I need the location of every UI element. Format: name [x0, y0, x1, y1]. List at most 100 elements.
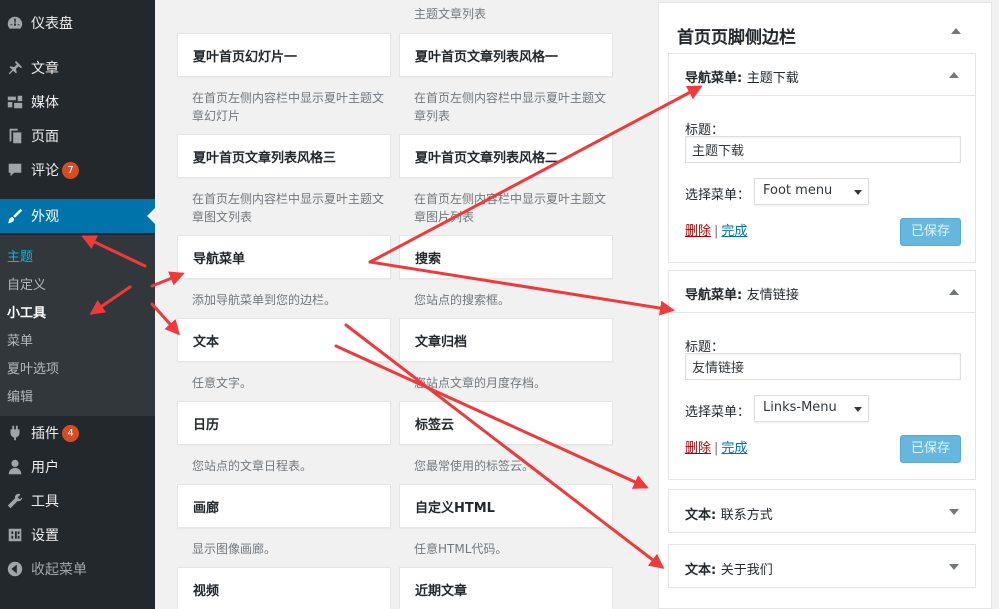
- collapse-arrow-icon[interactable]: [951, 28, 961, 34]
- widget-custom-html[interactable]: 自定义HTML: [399, 484, 613, 528]
- sidebar-item-label: 用户: [31, 460, 59, 476]
- sidebar-item-comments[interactable]: 评论 7: [0, 153, 155, 187]
- widget-description: 您站点的文章日程表。: [192, 459, 313, 473]
- widget-description: 在首页左侧内容栏中显示夏叶主题文章列表: [414, 91, 607, 123]
- widget-actions: 删除 | 完成: [685, 441, 748, 456]
- widget-actions: 删除 | 完成: [685, 224, 748, 239]
- widget-gallery[interactable]: 画廊: [177, 484, 391, 528]
- widget-description: 显示图像画廊。: [192, 542, 277, 556]
- widget-xiaye-post-list-three[interactable]: 夏叶首页文章列表风格三: [177, 134, 391, 178]
- delete-link[interactable]: 删除: [685, 224, 711, 239]
- submenu-item-xiaye-options[interactable]: 夏叶选项: [7, 358, 59, 377]
- widget-header-title: 导航菜单: 主题下载: [685, 71, 799, 86]
- sidebar-item-pages[interactable]: 页面: [0, 119, 155, 153]
- submenu-item-menus[interactable]: 菜单: [7, 330, 33, 349]
- menu-select[interactable]: Foot menu: [754, 178, 869, 205]
- collapse-menu-button[interactable]: 收起菜单: [0, 552, 155, 586]
- settings-icon: [5, 525, 25, 545]
- widget-description: 在首页左侧内容栏中显示夏叶主题文章幻灯片: [192, 91, 385, 123]
- delete-link[interactable]: 删除: [685, 441, 711, 456]
- sidebar-item-label: 评论: [31, 163, 59, 179]
- sidebar-item-label: 外观: [31, 209, 59, 225]
- widget-description: 您最常使用的标签云。: [414, 459, 535, 473]
- widget-recent-posts[interactable]: 近期文章: [399, 567, 613, 609]
- chevron-down-icon: [854, 407, 862, 412]
- widget-header-title: 文本: 关于我们: [685, 563, 773, 578]
- submenu-item-themes[interactable]: 主题: [7, 246, 33, 265]
- save-button[interactable]: 已保存: [900, 435, 961, 463]
- widget-tag-cloud[interactable]: 标签云: [399, 401, 613, 445]
- widget-video[interactable]: 视频: [177, 567, 391, 609]
- expand-arrow-icon[interactable]: [949, 509, 959, 515]
- collapse-icon: [5, 559, 25, 579]
- widget-header[interactable]: 导航菜单: 友情链接: [669, 271, 975, 313]
- dashboard-icon: [5, 13, 25, 33]
- nav-menu-widget-downloads: 导航菜单: 主题下载 标题： 选择菜单： Foot menu 删除|完成 已保存: [668, 53, 976, 263]
- comment-count-badge: 7: [62, 161, 79, 179]
- sidebar-item-plugins[interactable]: 插件 4: [0, 416, 155, 450]
- widget-description: 您站点的搜索框。: [414, 293, 511, 307]
- save-button[interactable]: 已保存: [900, 218, 961, 246]
- collapse-arrow-icon[interactable]: [949, 72, 959, 78]
- footer-sidebar-area: 首页页脚侧边栏 导航菜单: 主题下载 标题： 选择菜单： Foot menu 删…: [658, 2, 992, 609]
- brush-icon: [5, 206, 25, 226]
- available-widgets: 主题文章列表 夏叶首页幻灯片一 夏叶首页文章列表风格一 在首页左侧内容栏中显示夏…: [155, 0, 635, 609]
- widget-header-title: 导航菜单: 友情链接: [685, 288, 799, 303]
- done-link[interactable]: 完成: [721, 224, 747, 239]
- widget-search[interactable]: 搜索: [399, 235, 613, 279]
- user-icon: [5, 457, 25, 477]
- submenu-item-widgets[interactable]: 小工具: [7, 302, 46, 321]
- widget-description: 在首页左侧内容栏中显示夏叶主题文章图片列表: [414, 192, 607, 224]
- sidebar-item-label: 收起菜单: [31, 562, 87, 578]
- widget-header-title: 文本: 联系方式: [685, 508, 773, 523]
- sidebar-area-title[interactable]: 首页页脚侧边栏: [677, 23, 796, 48]
- pin-icon: [5, 58, 25, 78]
- sidebar-item-label: 仪表盘: [31, 16, 73, 32]
- widget-description: 您站点文章的月度存档。: [414, 376, 547, 390]
- widget-xiaye-slider-one[interactable]: 夏叶首页幻灯片一: [177, 33, 391, 77]
- submenu-item-editor[interactable]: 编辑: [7, 386, 33, 405]
- text-widget-contact[interactable]: 文本: 联系方式: [668, 489, 976, 533]
- select-menu-label: 选择菜单：: [685, 188, 751, 203]
- page-icon: [5, 126, 25, 146]
- sidebar-item-label: 插件: [31, 426, 59, 442]
- widget-nav-menu[interactable]: 导航菜单: [177, 235, 391, 279]
- widget-xiaye-post-list-one[interactable]: 夏叶首页文章列表风格一: [399, 33, 613, 77]
- sidebar-item-label: 文章: [31, 61, 59, 77]
- title-input[interactable]: [685, 136, 961, 163]
- widget-xiaye-post-list-two[interactable]: 夏叶首页文章列表风格二: [399, 134, 613, 178]
- sidebar-item-settings[interactable]: 设置: [0, 518, 155, 552]
- sidebar-item-label: 页面: [31, 129, 59, 145]
- title-input[interactable]: [685, 353, 961, 380]
- nav-menu-widget-links: 导航菜单: 友情链接 标题： 选择菜单： Links-Menu 删除|完成 已保…: [668, 270, 976, 480]
- admin-sidebar: 仪表盘 文章 媒体 页面 评论 7 外观 主题 自定义 小工具 菜单 夏叶选项 …: [0, 0, 155, 609]
- plugin-update-badge: 4: [62, 424, 79, 442]
- text-widget-about[interactable]: 文本: 关于我们: [668, 544, 976, 588]
- sidebar-item-dashboard[interactable]: 仪表盘: [0, 6, 155, 40]
- comment-icon: [5, 160, 25, 180]
- widget-text[interactable]: 文本: [177, 318, 391, 362]
- sidebar-item-appearance[interactable]: 外观: [0, 199, 155, 233]
- widget-archives[interactable]: 文章归档: [399, 318, 613, 362]
- sidebar-item-users[interactable]: 用户: [0, 450, 155, 484]
- widget-header[interactable]: 导航菜单: 主题下载: [669, 54, 975, 96]
- sidebar-item-label: 工具: [31, 494, 59, 510]
- widget-description: 任意文字。: [192, 376, 253, 390]
- wrench-icon: [5, 491, 25, 511]
- menu-select[interactable]: Links-Menu: [754, 395, 869, 422]
- sidebar-item-label: 媒体: [31, 95, 59, 111]
- expand-arrow-icon[interactable]: [949, 564, 959, 570]
- sidebar-item-media[interactable]: 媒体: [0, 85, 155, 119]
- plugin-icon: [5, 423, 25, 443]
- collapse-arrow-icon[interactable]: [949, 289, 959, 295]
- select-menu-label: 选择菜单：: [685, 405, 751, 420]
- submenu-item-customize[interactable]: 自定义: [7, 274, 46, 293]
- widget-description: 在首页左侧内容栏中显示夏叶主题文章图文列表: [192, 192, 385, 224]
- sidebar-item-posts[interactable]: 文章: [0, 51, 155, 85]
- sidebar-item-label: 设置: [31, 528, 59, 544]
- widget-description: 任意HTML代码。: [414, 542, 508, 556]
- done-link[interactable]: 完成: [721, 441, 747, 456]
- widget-calendar[interactable]: 日历: [177, 401, 391, 445]
- appearance-submenu: 主题 自定义 小工具 菜单 夏叶选项 编辑: [0, 235, 155, 416]
- sidebar-item-tools[interactable]: 工具: [0, 484, 155, 518]
